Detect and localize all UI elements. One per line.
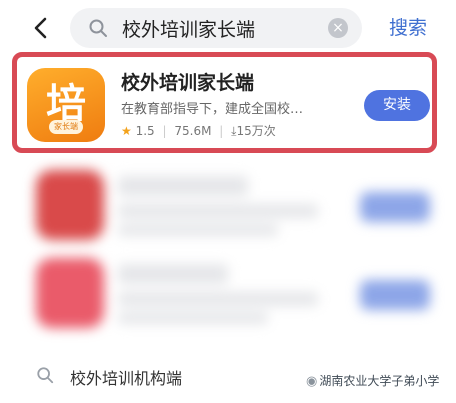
- app-description: 在教育部指导下，建成全国校…: [121, 102, 304, 117]
- blurred-text: [118, 292, 318, 306]
- app-size: 75.6M: [174, 124, 212, 138]
- blurred-text: [118, 176, 248, 196]
- blurred-result-row: [0, 258, 456, 338]
- meta-divider: |: [162, 124, 167, 138]
- blurred-text: [118, 312, 268, 324]
- app-icon[interactable]: 培 家长端: [27, 68, 105, 142]
- blurred-text: [118, 224, 278, 236]
- blurred-button: [360, 192, 430, 222]
- blurred-result-row: [0, 170, 456, 250]
- app-icon-badge: 家长端: [49, 120, 83, 134]
- suggestion-text: 校外培训机构端: [70, 369, 183, 388]
- install-button[interactable]: 安装: [364, 90, 430, 121]
- blurred-app-icon: [36, 258, 104, 328]
- meta-divider: |: [219, 124, 224, 138]
- top-bar: 校外培训家长端 × 搜索: [0, 0, 456, 56]
- app-name[interactable]: 校外培训家长端: [121, 68, 254, 95]
- app-downloads: 15万次: [236, 124, 276, 138]
- search-icon: [89, 19, 107, 37]
- blurred-button: [360, 280, 430, 310]
- blurred-app-icon: [36, 170, 104, 240]
- search-query-text: 校外培训家长端: [122, 19, 256, 41]
- clear-icon[interactable]: ×: [328, 18, 348, 38]
- search-icon: [37, 367, 54, 384]
- app-rating: 1.5: [135, 124, 155, 138]
- watermark-text: 湖南农业大学子弟小学: [319, 374, 440, 388]
- blurred-text: [118, 264, 228, 284]
- search-button[interactable]: 搜索: [389, 13, 427, 40]
- blurred-text: [118, 204, 318, 218]
- wechat-icon: ◉: [306, 374, 318, 389]
- star-icon: ★: [121, 124, 132, 138]
- search-input[interactable]: 校外培训家长端 ×: [70, 8, 362, 48]
- back-arrow-icon[interactable]: [30, 16, 54, 40]
- app-meta: ★ 1.5 | 75.6M | ⤓15万次: [121, 122, 276, 139]
- watermark: ◉ 湖南农业大学子弟小学: [306, 372, 439, 389]
